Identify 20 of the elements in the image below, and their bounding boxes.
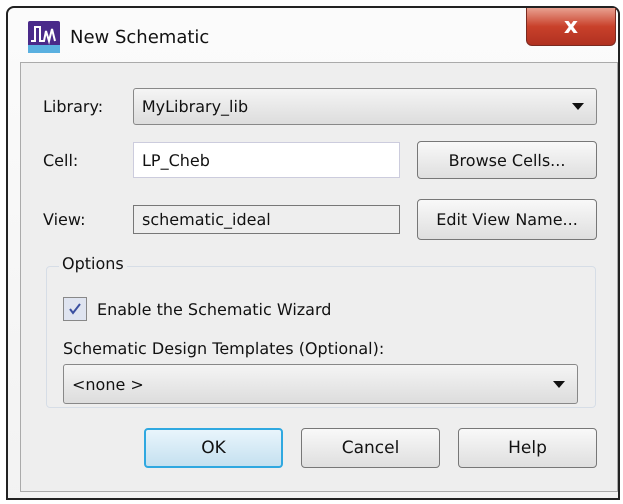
app-logo-icon: [28, 21, 60, 53]
dialog-button[interactable]: OK: [144, 428, 284, 468]
field-label: Library:: [43, 97, 104, 116]
group-title: Options: [59, 254, 127, 273]
field-label: Schematic Design Templates (Optional):: [63, 339, 386, 358]
caret-icon: [553, 380, 565, 388]
window-title: New Schematic: [70, 26, 210, 48]
checkmark-icon: [68, 302, 82, 316]
caret-icon: [572, 103, 584, 110]
library-dropdown[interactable]: MyLibrary_lib: [132, 88, 597, 125]
templates-dropdown[interactable]: <none >: [63, 364, 578, 404]
field-label: View:: [43, 210, 86, 229]
field-label: Cell:: [43, 150, 80, 170]
checkbox-label: Enable the Schematic Wizard: [97, 300, 332, 318]
dialog-button[interactable]: Help: [458, 428, 597, 468]
cell-field[interactable]: LP_Cheb: [133, 142, 400, 178]
close-button[interactable]: x: [526, 8, 616, 46]
dialog-button[interactable]: Cancel: [301, 428, 440, 468]
browse-cells-button[interactable]: Browse Cells...: [417, 141, 597, 179]
checkbox[interactable]: [63, 297, 87, 321]
